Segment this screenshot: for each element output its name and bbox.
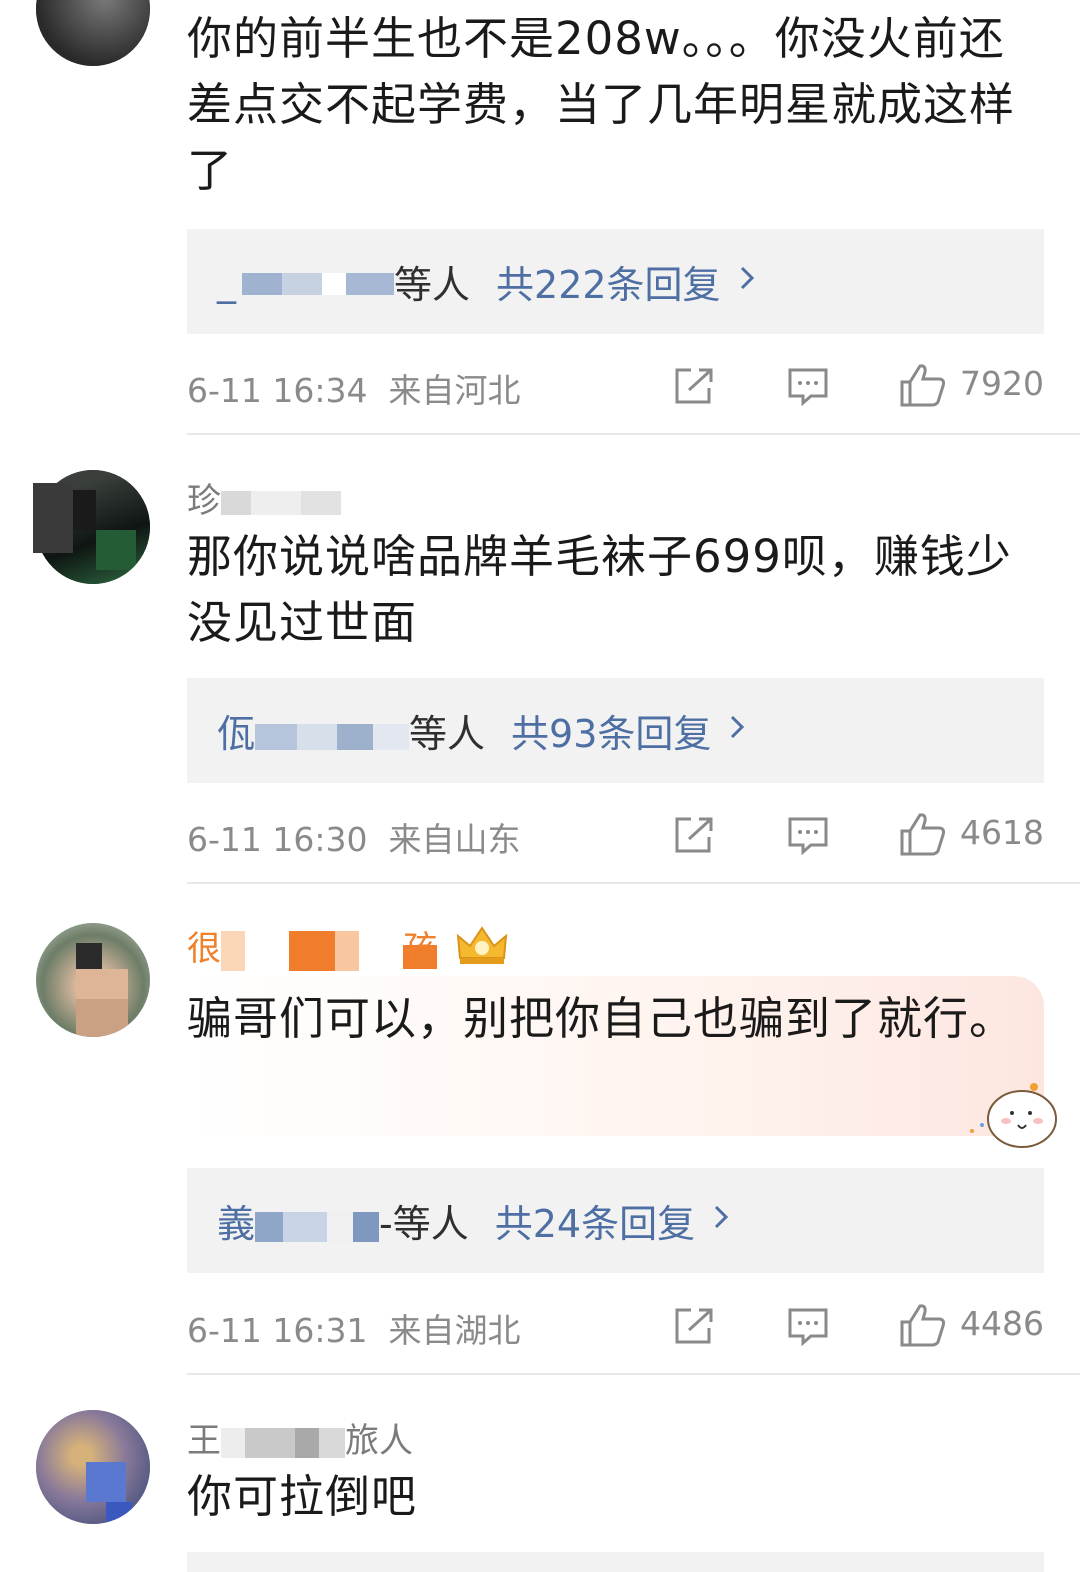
comment-item: 很孩 骗哥们可以，别把你自己也骗到了就行。 義 -等人 共24条回复 6-11 …	[0, 883, 1080, 1375]
like-count: 4486	[960, 1304, 1044, 1343]
reply-names-suffix: -等人	[379, 1202, 469, 1246]
like-count: 7920	[960, 364, 1044, 403]
chevron-right-icon	[739, 262, 757, 302]
comment-meta: 6-11 16:30 来自山东 4618	[187, 813, 1044, 863]
replies-box[interactable]: 佤 等人 共93条回复	[187, 678, 1044, 783]
comment-text: 你的前半生也不是208w。。。你没火前还差点交不起学费，当了几年明星就成这样了	[187, 12, 1016, 197]
location: 来自河北	[388, 371, 521, 410]
reply-names-suffix: 等人	[394, 263, 471, 307]
reply-count[interactable]: 共93条回复	[511, 703, 711, 758]
avatar[interactable]	[36, 0, 150, 66]
comment-icon[interactable]	[787, 1306, 829, 1354]
reply-names-suffix: 等人	[409, 712, 486, 756]
replies-box[interactable]: _ 等人 共222条回复	[187, 229, 1044, 334]
share-icon[interactable]	[673, 815, 715, 863]
username[interactable]: 王旅人	[187, 1413, 413, 1462]
reply-names[interactable]: 佤	[217, 703, 410, 758]
mascot-sticker-icon	[960, 1081, 1060, 1155]
comment-text: 骗哥们可以，别把你自己也骗到了就行。	[187, 992, 1016, 1045]
crown-badge-icon	[454, 924, 510, 977]
reply-names[interactable]: 義	[217, 1193, 380, 1248]
like-count: 4618	[960, 813, 1044, 852]
comment-item: 珍 那你说说啥品牌羊毛袜子699呗，赚钱少没见过世面 佤 等人 共93条回复 6…	[0, 435, 1080, 884]
comment-meta: 6-11 16:34 来自河北 7920	[187, 364, 1044, 414]
timestamp: 6-11 16:34	[187, 371, 368, 410]
username[interactable]: 很孩	[187, 921, 510, 977]
reply-count[interactable]: 共24条回复	[495, 1193, 695, 1248]
location: 来自湖北	[388, 1311, 521, 1350]
replies-box-partial	[187, 1552, 1044, 1572]
comment-icon[interactable]	[787, 366, 829, 414]
thumbs-up-icon[interactable]	[899, 1302, 947, 1356]
timestamp: 6-11 16:30	[187, 820, 368, 859]
share-icon[interactable]	[673, 366, 715, 414]
reply-count[interactable]: 共222条回复	[496, 254, 721, 309]
share-icon[interactable]	[673, 1306, 715, 1354]
timestamp: 6-11 16:31	[187, 1311, 368, 1350]
comment-meta: 6-11 16:31 来自湖北 4486	[187, 1304, 1044, 1354]
chevron-right-icon	[713, 1201, 731, 1241]
replies-box[interactable]: 義 -等人 共24条回复	[187, 1168, 1044, 1273]
comment-item: 王旅人 你可拉倒吧	[0, 1375, 1080, 1572]
thumbs-up-icon[interactable]	[899, 362, 947, 416]
reply-names[interactable]: _	[217, 260, 394, 304]
comment-text: 那你说说啥品牌羊毛袜子699呗，赚钱少没见过世面	[187, 530, 1012, 649]
chevron-right-icon	[729, 711, 747, 751]
comment-item: 你的前半生也不是208w。。。你没火前还差点交不起学费，当了几年明星就成这样了 …	[0, 0, 1080, 435]
location: 来自山东	[388, 820, 521, 859]
avatar-mosaic	[33, 483, 73, 553]
comment-icon[interactable]	[787, 815, 829, 863]
avatar[interactable]	[36, 923, 150, 1037]
avatar[interactable]	[36, 1410, 150, 1524]
username[interactable]: 珍	[187, 473, 341, 522]
thumbs-up-icon[interactable]	[899, 811, 947, 865]
comment-text: 你可拉倒吧	[187, 1470, 418, 1523]
